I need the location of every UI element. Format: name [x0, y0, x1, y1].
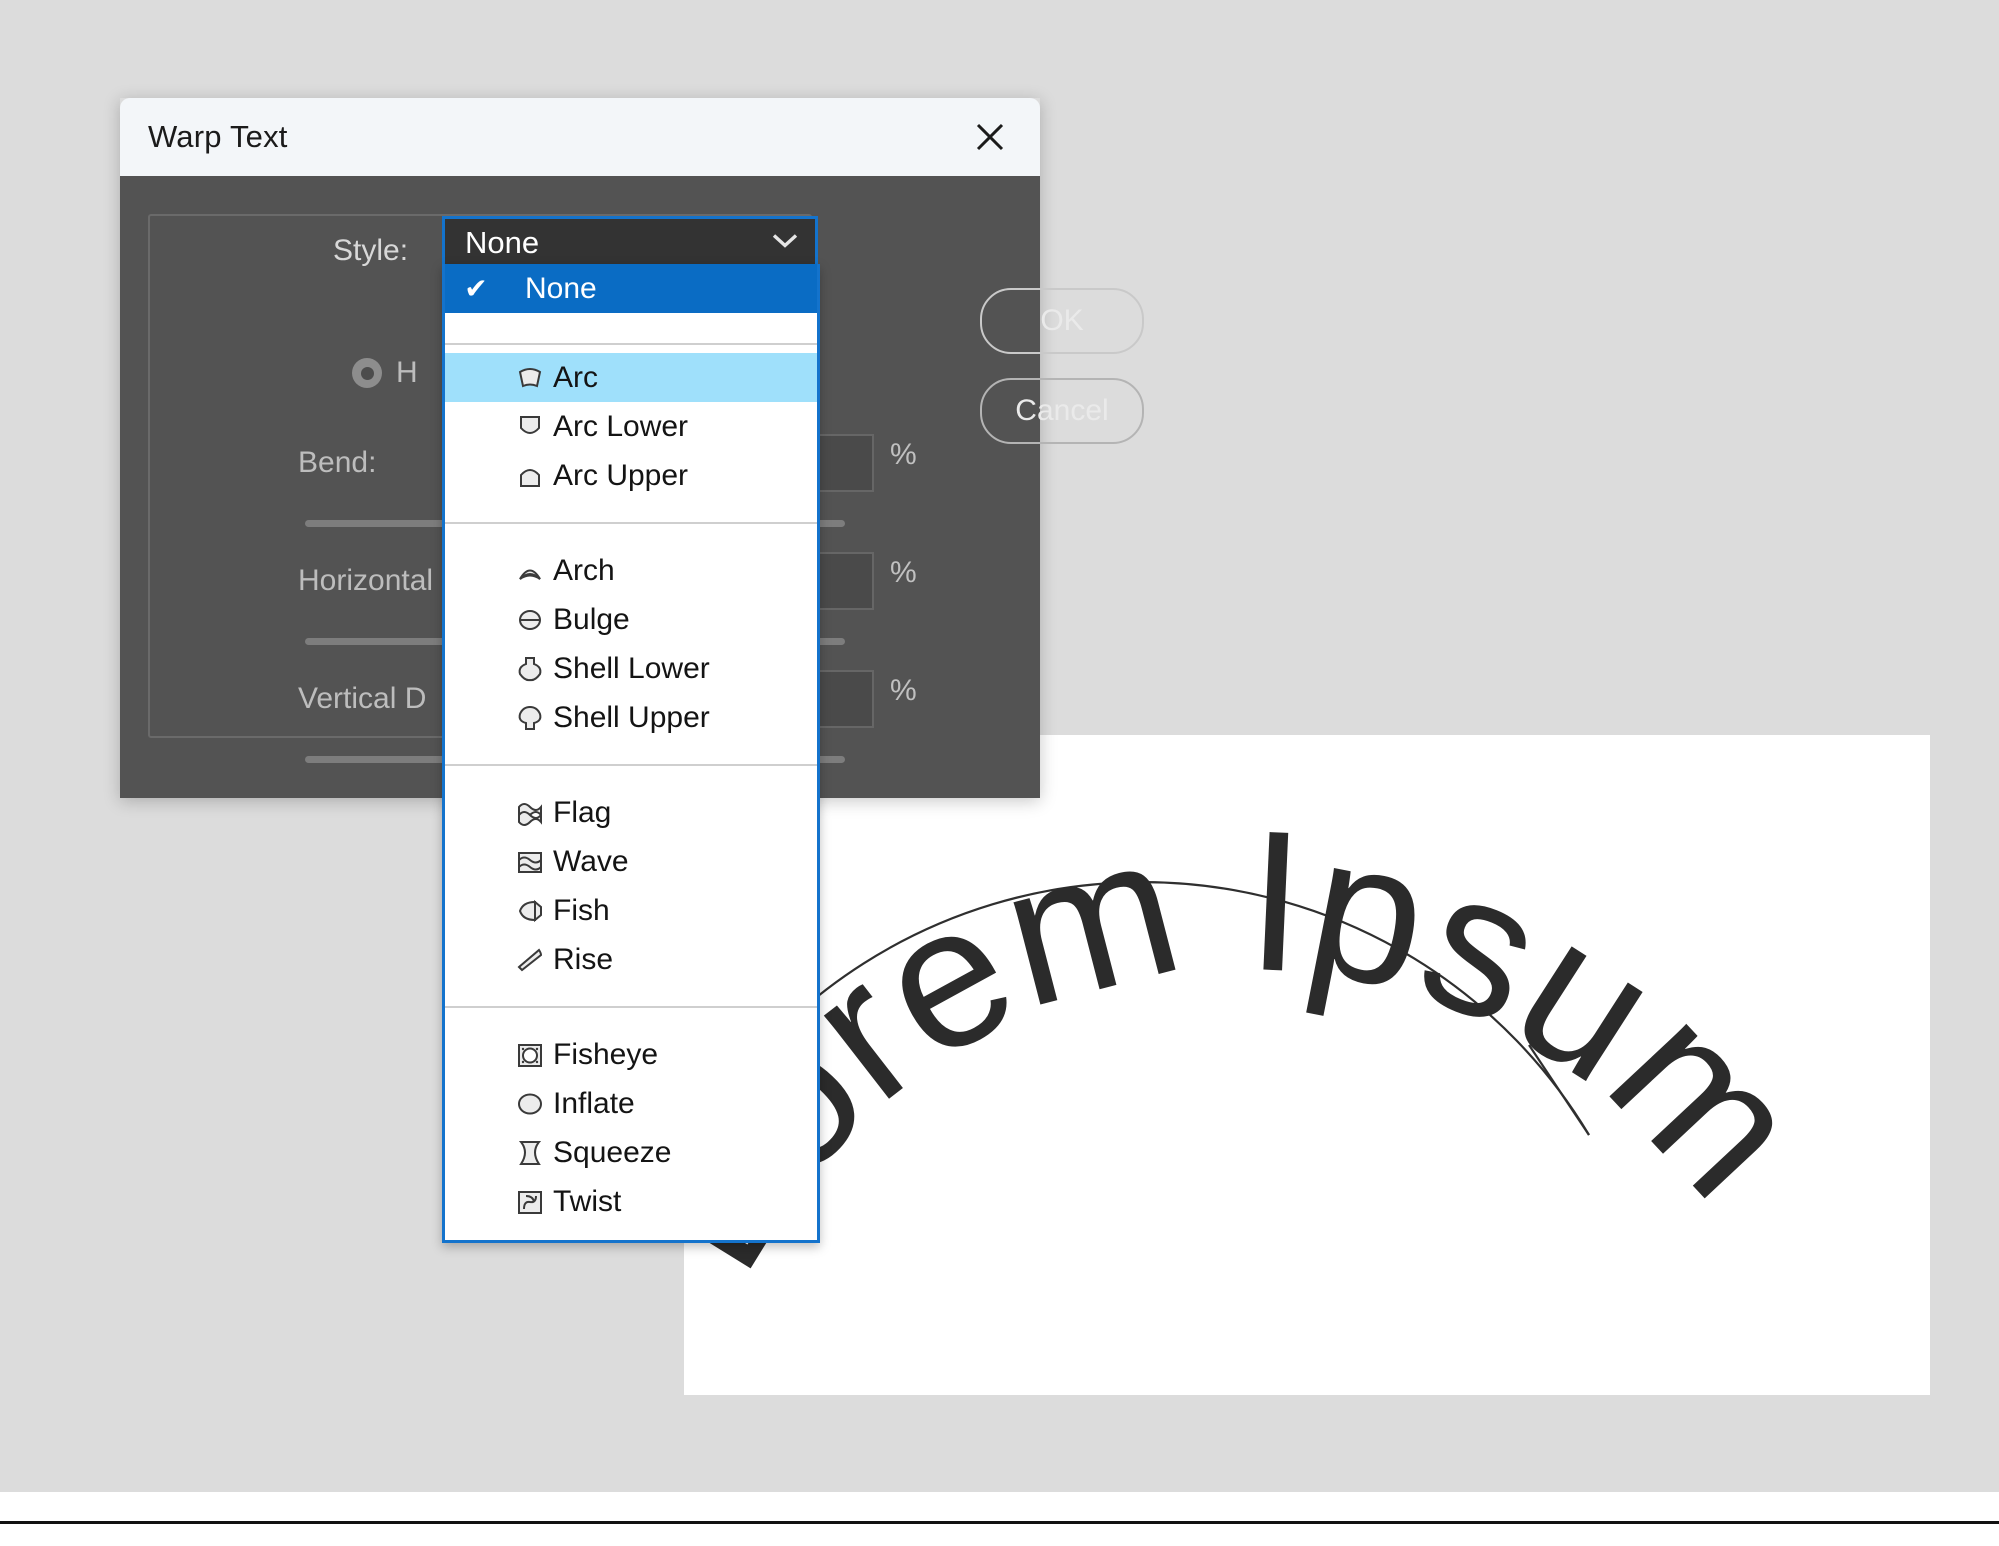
menu-separator	[445, 522, 817, 524]
bottom-strip	[0, 1492, 1999, 1546]
menu-group-pad	[445, 532, 817, 546]
radio-dot-icon	[352, 358, 382, 388]
menu-separator	[445, 1006, 817, 1008]
menu-item-label: Shell Upper	[553, 700, 710, 734]
vertical-distortion-label: Vertical D	[298, 682, 427, 715]
bend-label: Bend:	[298, 446, 377, 479]
shell-lower-icon	[507, 654, 553, 684]
bend-unit: %	[890, 438, 917, 471]
menu-item-rise[interactable]: Rise	[445, 935, 817, 984]
cancel-button[interactable]: Cancel	[980, 378, 1144, 444]
menu-item-fish[interactable]: Fish	[445, 886, 817, 935]
menu-item-label: Fish	[553, 893, 610, 927]
checkmark-icon: ✔	[464, 273, 488, 304]
menu-separator	[445, 764, 817, 766]
close-icon[interactable]	[966, 113, 1014, 161]
menu-item-label: Fisheye	[553, 1037, 659, 1071]
style-select[interactable]: None	[442, 216, 818, 270]
menu-item-inflate[interactable]: Inflate	[445, 1079, 817, 1128]
warp-text-dialog: Warp Text Style: H Bend: % Horizontal % …	[120, 98, 1144, 1243]
menu-group-pad	[445, 1226, 817, 1240]
style-label: Style:	[333, 234, 409, 267]
bottom-divider	[0, 1521, 1999, 1524]
orientation-radio-horizontal[interactable]: H	[352, 356, 418, 390]
menu-item-label: Rise	[553, 942, 614, 976]
twist-icon	[507, 1187, 553, 1217]
horizontal-distortion-label: Horizontal	[298, 564, 434, 597]
close-x-icon	[976, 123, 1004, 151]
menu-item-label: Inflate	[553, 1086, 635, 1120]
menu-item-label: Arc Upper	[553, 458, 689, 492]
arch-icon	[507, 556, 553, 586]
menu-item-label: Shell Lower	[553, 651, 710, 685]
menu-group-pad	[445, 500, 817, 514]
vertical-distortion-unit: %	[890, 674, 917, 707]
menu-item-arc[interactable]: Arc	[445, 353, 817, 402]
menu-group-pad	[445, 742, 817, 756]
menu-separator	[445, 343, 817, 345]
style-select-dropdown[interactable]: ✔ None Arc Arc Lower Arc Upper Arch Bulge Shell…	[442, 264, 820, 1243]
bulge-icon	[507, 605, 553, 635]
menu-item-arch[interactable]: Arch	[445, 546, 817, 595]
menu-item-squeeze[interactable]: Squeeze	[445, 1128, 817, 1177]
dialog-titlebar: Warp Text	[120, 98, 1040, 176]
menu-item-label: Arc	[553, 360, 598, 394]
menu-item-label: Twist	[553, 1184, 622, 1218]
menu-item-bulge[interactable]: Bulge	[445, 595, 817, 644]
menu-item-flag[interactable]: Flag	[445, 788, 817, 837]
menu-item-arc-upper[interactable]: Arc Upper	[445, 451, 817, 500]
arc-upper-icon	[507, 461, 553, 491]
menu-item-label: Wave	[553, 844, 629, 878]
menu-item-label: Bulge	[553, 602, 630, 636]
menu-item-arc-lower[interactable]: Arc Lower	[445, 402, 817, 451]
fisheye-icon	[507, 1040, 553, 1070]
wave-icon	[507, 847, 553, 877]
dialog-title: Warp Text	[148, 119, 288, 154]
chevron-down-icon	[771, 232, 799, 255]
menu-group-pad	[445, 774, 817, 788]
shell-upper-icon	[507, 703, 553, 733]
menu-item-none[interactable]: ✔ None	[445, 264, 817, 313]
squeeze-icon	[507, 1138, 553, 1168]
inflate-icon	[507, 1089, 553, 1119]
menu-item-label: None	[525, 271, 597, 305]
menu-item-shell-lower[interactable]: Shell Lower	[445, 644, 817, 693]
menu-item-label: Flag	[553, 795, 612, 829]
document-canvas[interactable]: Lorem Ipsum	[684, 735, 1930, 1395]
fish-icon	[507, 896, 553, 926]
menu-item-label: Arch	[553, 553, 615, 587]
warped-text-artwork: Lorem Ipsum	[684, 789, 1845, 1305]
menu-blank-row	[445, 313, 817, 335]
menu-item-label: Arc Lower	[553, 409, 689, 443]
menu-item-twist[interactable]: Twist	[445, 1177, 817, 1226]
warped-text: Lorem Ipsum	[684, 789, 1845, 1305]
horizontal-distortion-unit: %	[890, 556, 917, 589]
style-select-value: None	[465, 225, 540, 260]
menu-item-fisheye[interactable]: Fisheye	[445, 1030, 817, 1079]
menu-item-wave[interactable]: Wave	[445, 837, 817, 886]
menu-item-shell-upper[interactable]: Shell Upper	[445, 693, 817, 742]
menu-group-pad	[445, 1016, 817, 1030]
flag-icon	[507, 798, 553, 828]
orientation-horizontal-label: H	[396, 356, 418, 389]
menu-item-label: Squeeze	[553, 1135, 672, 1169]
arc-icon	[507, 363, 553, 393]
dialog-body: Style: H Bend: % Horizontal % Vertical D…	[120, 176, 1144, 1243]
ok-button[interactable]: OK	[980, 288, 1144, 354]
rise-icon	[507, 945, 553, 975]
arc-lower-icon	[507, 412, 553, 442]
menu-group-pad	[445, 984, 817, 998]
